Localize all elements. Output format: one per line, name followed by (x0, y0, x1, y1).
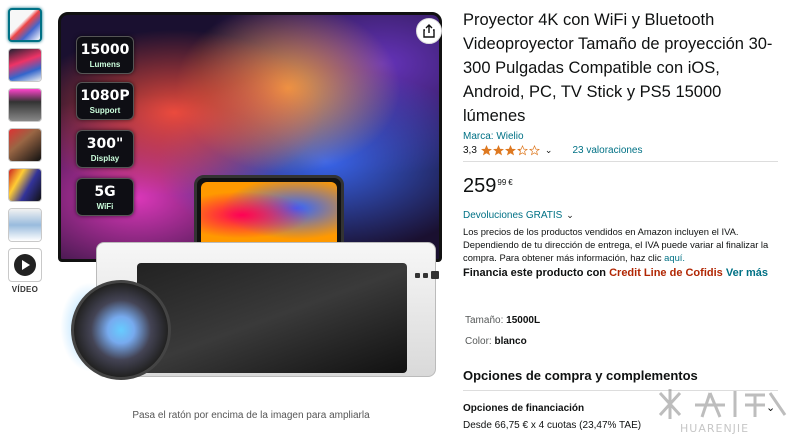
thumbnail-1[interactable] (8, 8, 42, 42)
color-attribute: Color: blanco (465, 336, 527, 347)
thumbnail-column: VÍDEO (8, 8, 48, 294)
watermark-logo (658, 389, 787, 419)
price: 259 99 € (463, 174, 778, 198)
product-title: Proyector 4K con WiFi y Bluetooth Videop… (463, 11, 773, 125)
vat-more-link[interactable]: aquí. (664, 252, 685, 263)
star-icon (480, 145, 492, 156)
size-value: 15000L (506, 315, 541, 326)
thumbnail-image (9, 89, 41, 121)
badge-caption: Display (90, 154, 120, 163)
thumbnail-image (9, 129, 41, 161)
vat-text: Los precios de los productos vendidos en… (463, 226, 769, 263)
price-cents: 99 (497, 178, 507, 187)
video-label: VÍDEO (11, 285, 39, 294)
share-icon (423, 24, 435, 38)
play-icon (14, 254, 36, 276)
star-icon (516, 145, 528, 156)
display-size-badge: 300" Display (76, 130, 134, 168)
size-attribute: Tamaño: 15000L (465, 315, 540, 326)
product-info: Proyector 4K con WiFi y Bluetooth Videop… (463, 8, 778, 281)
projector-image (60, 242, 439, 382)
color-label: Color: (465, 336, 492, 347)
rating-number: 3,3 (463, 145, 477, 156)
thumbnail-4[interactable] (8, 128, 42, 162)
color-value: blanco (494, 336, 527, 347)
reviews-link[interactable]: 23 valoraciones (572, 145, 642, 156)
free-returns-link[interactable]: Devoluciones GRATIS ⌄ (463, 210, 778, 221)
financing-prefix: Financia este producto con (463, 267, 607, 279)
thumbnail-3[interactable] (8, 88, 42, 122)
badge-value: 1080P (80, 88, 130, 104)
chevron-down-icon[interactable]: ⌄ (545, 145, 553, 156)
thumbnail-image (10, 10, 40, 40)
thumbnail-image (9, 169, 41, 201)
badge-caption: Support (89, 106, 121, 115)
thumbnail-image (9, 209, 41, 241)
thumbnail-6[interactable] (8, 208, 42, 242)
financing-banner: Financia este producto con Credit Line d… (463, 266, 778, 281)
star-rating[interactable] (480, 145, 541, 156)
returns-label: Devoluciones GRATIS (463, 210, 563, 221)
wifi-badge: 5G WiFi (76, 178, 134, 216)
resolution-badge: 1080P Support (76, 82, 134, 120)
star-icon (504, 145, 516, 156)
badge-value: 300" (86, 136, 124, 152)
size-label: Tamaño: (465, 315, 504, 326)
divider (463, 161, 778, 162)
lens (71, 280, 171, 380)
main-product-image[interactable]: 15000 Lumens 1080P Support 300" Display … (56, 10, 446, 395)
brand-link[interactable]: Marca: Wielio (463, 131, 778, 142)
vat-notice: Los precios de los productos vendidos en… (463, 225, 778, 264)
thumbnail-5[interactable] (8, 168, 42, 202)
share-button[interactable] (416, 18, 442, 44)
watermark-text: HUARENJIE (680, 422, 750, 435)
badge-caption: WiFi (96, 202, 114, 211)
financing-brand[interactable]: Credit Line de Cofidis (609, 267, 723, 279)
star-icon (528, 145, 540, 156)
badge-value: 5G (94, 184, 116, 200)
lumens-badge: 15000 Lumens (76, 36, 134, 74)
price-whole: 259 (463, 175, 497, 197)
watermark: HUARENJIE (650, 385, 795, 440)
financing-options-label[interactable]: Opciones de financiación (463, 403, 584, 414)
rating-row: 3,3 ⌄ 23 valoraciones (463, 145, 778, 156)
thumbnail-2[interactable] (8, 48, 42, 82)
thumbnail-image (9, 49, 41, 81)
video-thumbnail[interactable] (8, 248, 42, 282)
star-icon (492, 145, 504, 156)
price-currency: € (508, 178, 513, 187)
zoom-hint: Pasa el ratón por encima de la imagen pa… (132, 410, 370, 421)
financing-more-link[interactable]: Ver más (726, 267, 768, 279)
chevron-down-icon: ⌄ (566, 210, 574, 220)
badge-value: 15000 (80, 42, 130, 58)
badge-caption: Lumens (89, 60, 121, 69)
financing-options-detail: Desde 66,75 € x 4 cuotas (23,47% TAE) (463, 420, 642, 431)
buying-options-title: Opciones de compra y complementos (463, 368, 698, 383)
